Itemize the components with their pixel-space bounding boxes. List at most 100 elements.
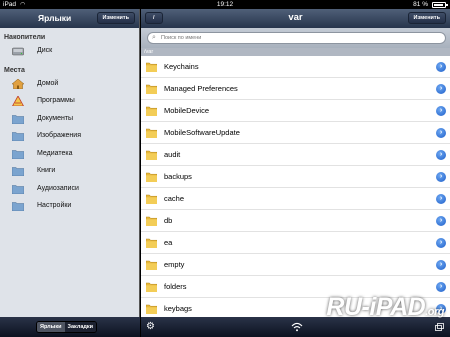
documents-folder-icon — [12, 114, 24, 124]
tab-bookmarks[interactable]: Закладки — [64, 322, 97, 332]
sidebar-edit-button[interactable]: Изменить — [96, 12, 135, 24]
sidebar-segmented-control: Ярлыки Закладки — [36, 321, 98, 333]
file-row[interactable]: cache › — [141, 188, 450, 210]
file-name: backups — [164, 172, 192, 181]
folder-icon — [146, 304, 157, 314]
sidebar-toolbar: Ярлыки Закладки — [0, 317, 140, 337]
sidebar-item-home[interactable]: Домой — [0, 76, 139, 94]
sidebar: Ярлыки Изменить Накопители Диск Места До… — [0, 9, 140, 337]
page-title: var — [288, 12, 303, 23]
folder-icon — [146, 260, 157, 270]
search-field[interactable]: ⌕ — [147, 32, 446, 44]
sidebar-item-media[interactable]: Медиатека — [0, 146, 139, 164]
clock: 19:12 — [216, 1, 234, 8]
disclosure-button[interactable]: › — [436, 282, 446, 292]
sidebar-item-label: Аудиозаписи — [37, 184, 79, 192]
sidebar-item-label: Диск — [37, 47, 53, 54]
tab-shortcuts[interactable]: Ярлыки — [37, 322, 65, 332]
current-path: /var — [141, 48, 450, 56]
sidebar-item-applications[interactable]: Программы — [0, 93, 139, 111]
file-row[interactable]: audit › — [141, 144, 450, 166]
section-header-storage: Накопители — [4, 34, 46, 41]
books-folder-icon — [12, 167, 24, 176]
file-name: audit — [164, 150, 181, 159]
file-name: folders — [164, 282, 187, 291]
file-row[interactable]: Managed Preferences › — [141, 78, 450, 100]
search-icon: ⌕ — [152, 34, 156, 41]
multi-window-icon[interactable] — [435, 323, 444, 331]
file-row[interactable]: empty › — [141, 254, 450, 276]
folder-icon — [146, 84, 157, 94]
audio-folder-icon — [12, 184, 24, 194]
disclosure-button[interactable]: › — [436, 194, 446, 204]
sidebar-item-label: Книги — [37, 167, 56, 174]
file-name: cache — [164, 194, 185, 203]
file-browser: / var Изменить ⌕ /var Keychains›Managed … — [141, 9, 450, 337]
file-name: empty — [164, 260, 185, 269]
sidebar-item-settings[interactable]: Настройки — [0, 198, 139, 216]
edit-button[interactable]: Изменить — [407, 12, 446, 24]
main-header: / var Изменить — [141, 9, 450, 28]
sidebar-item-label: Программы — [37, 97, 75, 104]
sidebar-item-label: Изображения — [37, 132, 81, 139]
disclosure-button[interactable]: › — [436, 216, 446, 226]
file-name: MobileSoftwareUpdate — [164, 128, 240, 137]
wifi-icon[interactable] — [291, 322, 303, 332]
search-input[interactable] — [161, 33, 361, 43]
sidebar-item-disk[interactable]: Диск — [0, 43, 139, 61]
file-row[interactable]: Keychains › — [141, 56, 450, 78]
file-row[interactable]: db › — [141, 210, 450, 232]
file-row[interactable]: MobileDevice › — [141, 100, 450, 122]
sidebar-item-label: Медиатека — [37, 149, 73, 157]
disclosure-button[interactable]: › — [436, 62, 446, 72]
folder-icon — [146, 194, 157, 204]
disk-icon — [12, 47, 24, 56]
folder-icon — [146, 62, 157, 72]
file-name: keybags — [164, 304, 192, 313]
disclosure-button[interactable]: › — [436, 84, 446, 94]
sidebar-item-label: Документы — [37, 114, 74, 122]
disclosure-button[interactable]: › — [436, 260, 446, 270]
folder-icon — [146, 172, 157, 182]
media-folder-icon — [12, 149, 24, 159]
sidebar-item-label: Настройки — [37, 202, 72, 209]
search-bar: ⌕ — [141, 28, 450, 48]
folder-icon — [146, 128, 157, 138]
file-name: Keychains — [164, 62, 199, 71]
folder-icon — [146, 106, 157, 116]
folder-icon — [146, 238, 157, 248]
disclosure-button[interactable]: › — [436, 172, 446, 182]
file-list: Keychains › Managed Preferences › MobileDevi… — [141, 56, 450, 320]
sidebar-item-books[interactable]: Книги — [0, 163, 139, 181]
home-icon — [12, 78, 24, 89]
file-name: Managed Preferences — [164, 84, 238, 93]
sidebar-item-pictures[interactable]: Изображения — [0, 128, 139, 146]
watermark-logo: RU-iPAD.org — [326, 293, 444, 321]
section-header-places: Места — [4, 66, 25, 74]
sidebar-header: Ярлыки Изменить — [0, 9, 139, 28]
battery-icon — [432, 2, 448, 8]
settings-folder-icon — [12, 202, 24, 211]
file-row[interactable]: backups › — [141, 166, 450, 188]
folder-icon — [146, 282, 157, 292]
sidebar-item-documents[interactable]: Документы — [0, 111, 139, 129]
applications-icon — [12, 96, 24, 106]
gear-icon[interactable]: ⚙ — [146, 322, 155, 332]
file-name: ea — [164, 238, 173, 247]
pictures-folder-icon — [12, 132, 24, 141]
sidebar-title: Ярлыки — [38, 13, 72, 23]
disclosure-button[interactable]: › — [436, 238, 446, 248]
folder-icon — [146, 216, 157, 226]
status-bar: iPad ◠ 19:12 81 % — [0, 0, 450, 9]
file-row[interactable]: MobileSoftwareUpdate › — [141, 122, 450, 144]
disclosure-button[interactable]: › — [436, 128, 446, 138]
file-name: MobileDevice — [164, 106, 210, 115]
sidebar-item-label: Домой — [37, 79, 59, 87]
folder-icon — [146, 150, 157, 160]
disclosure-button[interactable]: › — [436, 150, 446, 160]
battery-percent: 81 % — [413, 1, 428, 8]
file-name: db — [164, 216, 173, 225]
file-row[interactable]: ea › — [141, 232, 450, 254]
sidebar-item-audio[interactable]: Аудиозаписи — [0, 181, 139, 199]
disclosure-button[interactable]: › — [436, 106, 446, 116]
